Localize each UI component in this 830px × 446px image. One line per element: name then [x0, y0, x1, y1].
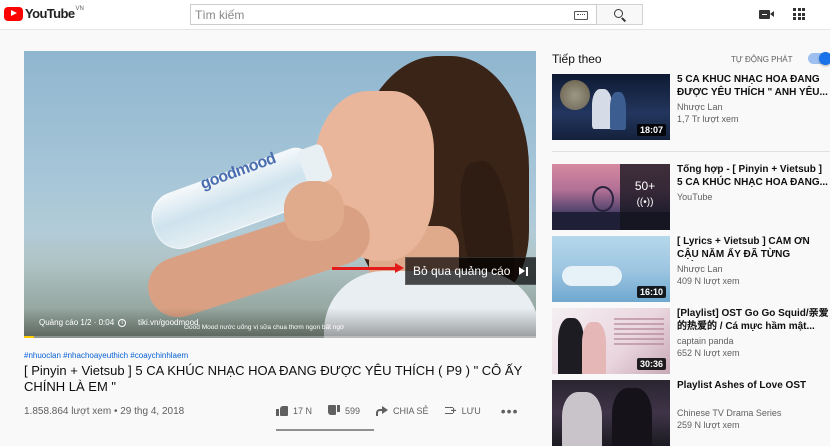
video-duration: 30:36 — [636, 358, 666, 370]
skip-ad-label: Bỏ qua quảng cáo — [413, 264, 511, 278]
view-count: 259 N lượt xem — [677, 420, 740, 430]
youtube-logo[interactable]: YouTube VN — [4, 6, 84, 21]
video-hashtags[interactable]: #nhuoclan #nhachoayeuthich #coaychinhlae… — [24, 351, 188, 360]
recommended-mix[interactable]: 50+ ((•)) Tổng hợp - [ Pinyin + Vietsub … — [552, 164, 830, 230]
thumbnail-moon — [560, 80, 590, 110]
thumbnail-cloud — [562, 266, 622, 286]
video-title[interactable]: Tổng hợp - [ Pinyin + Vietsub ] 5 CA KHÚ… — [677, 164, 830, 189]
thumbnail-figure — [592, 89, 612, 129]
thumbnail-person — [582, 322, 606, 374]
dislike-count: 599 — [345, 405, 361, 416]
skip-ad-button[interactable]: Bỏ qua quảng cáo — [405, 257, 536, 285]
youtube-play-icon — [4, 6, 23, 21]
like-button[interactable]: 17 N — [276, 405, 312, 416]
up-next-divider — [552, 151, 830, 152]
search-input[interactable] — [191, 7, 561, 22]
thumbnail-figure — [610, 92, 626, 130]
video-title[interactable]: Playlist Ashes of Love OST — [677, 380, 830, 393]
thumbnail-text-lines — [614, 318, 664, 348]
dislike-button[interactable]: 599 — [328, 405, 360, 416]
share-label: CHIA SẺ — [393, 405, 429, 416]
channel-name: Nhược Lan — [677, 264, 723, 274]
skip-next-icon — [519, 267, 528, 276]
channel-name: captain panda — [677, 336, 734, 346]
video-thumbnail[interactable] — [552, 380, 670, 446]
create-video-icon[interactable] — [759, 10, 774, 19]
apps-grid-icon[interactable] — [793, 8, 805, 20]
video-stats: 1.858.864 lượt xem • 29 thg 4, 2018 — [24, 406, 185, 417]
thumbnail-person — [562, 392, 602, 446]
video-thumbnail[interactable]: 16:10 — [552, 236, 670, 302]
ad-progress-bar — [24, 336, 35, 338]
channel-name: YouTube — [677, 192, 713, 202]
logo-country-code: VN — [75, 5, 84, 12]
video-title: [ Pinyin + Vietsub ] 5 CA KHÚC NHẠC HOA … — [24, 363, 523, 394]
video-title[interactable]: [Playlist] OST Go Go Squid/亲爱的热爱的 / Cá m… — [677, 308, 830, 333]
video-actions: 17 N 599 CHIA SẺ LƯU ••• — [276, 404, 519, 418]
ad-person-hand — [284, 181, 344, 241]
mix-overlay: 50+ ((•)) — [620, 164, 670, 230]
share-button[interactable]: CHIA SẺ — [376, 405, 429, 416]
video-duration: 18:07 — [636, 124, 666, 136]
video-thumbnail[interactable]: 30:36 — [552, 308, 670, 374]
channel-name: Nhược Lan — [677, 102, 723, 112]
like-dislike-ratio-bar — [276, 429, 374, 431]
search-icon — [614, 9, 623, 18]
channel-name: Chinese TV Drama Series — [677, 408, 782, 418]
masthead: YouTube VN — [0, 0, 830, 30]
save-button[interactable]: LƯU — [444, 405, 481, 416]
mix-radio-icon: ((•)) — [636, 197, 654, 208]
share-icon — [376, 405, 389, 416]
video-title[interactable]: 5 CA KHÚC NHẠC HOA ĐANG ĐƯỢC YÊU THÍCH "… — [677, 74, 830, 99]
like-count: 17 N — [293, 405, 313, 416]
logo-text: YouTube — [25, 6, 75, 21]
view-count: 409 N lượt xem — [677, 276, 740, 286]
more-options-icon[interactable]: ••• — [501, 404, 519, 418]
mix-count: 50+ — [634, 179, 656, 193]
view-count: 1,7 Tr lượt xem — [677, 114, 739, 124]
keyboard-icon[interactable] — [574, 11, 588, 20]
ad-slogan: Good Mood nước uống vị sữa chua thơm ngo… — [184, 324, 345, 331]
thumbnail-bicycle — [592, 186, 614, 212]
search-box[interactable] — [190, 4, 597, 25]
ad-counter: Quảng cáo 1/2 · 0:04 i — [39, 318, 127, 327]
thumbnail-person — [558, 318, 584, 374]
recommended-video[interactable]: Playlist Ashes of Love OST Chinese TV Dr… — [552, 380, 830, 446]
save-label: LƯU — [461, 405, 481, 416]
search-button[interactable] — [597, 4, 643, 25]
info-icon[interactable]: i — [118, 318, 127, 327]
video-duration: 16:10 — [636, 286, 666, 298]
thumb-up-icon — [276, 405, 288, 416]
autoplay-toggle[interactable] — [808, 52, 830, 65]
up-next-heading: Tiếp theo — [552, 52, 602, 66]
view-count: 652 N lượt xem — [677, 348, 740, 358]
video-thumbnail[interactable]: 18:07 — [552, 74, 670, 140]
ad-counter-text: Quảng cáo 1/2 · 0:04 — [39, 318, 115, 327]
thumb-down-icon — [328, 405, 341, 416]
red-arrow-annotation — [332, 263, 404, 273]
thumbnail-person — [612, 388, 652, 446]
mix-thumbnail[interactable]: 50+ ((•)) — [552, 164, 670, 230]
ad-progress-track[interactable] — [24, 336, 536, 338]
recommended-video[interactable]: 30:36 [Playlist] OST Go Go Squid/亲爱的热爱的 … — [552, 308, 830, 374]
autoplay-label: TỰ ĐỘNG PHÁT — [731, 55, 793, 64]
video-title[interactable]: [ Lyrics + Vietsub ] CẢM ƠN CẬU NĂM ẤY Đ… — [677, 236, 830, 261]
playlist-add-icon — [444, 406, 457, 416]
video-player[interactable]: goodmood Quảng cáo 1/2 · 0:04 i tiki.vn/… — [24, 51, 536, 338]
recommended-video[interactable]: 16:10 [ Lyrics + Vietsub ] CẢM ƠN CẬU NĂ… — [552, 236, 830, 302]
recommended-video[interactable]: 18:07 5 CA KHÚC NHẠC HOA ĐANG ĐƯỢC YÊU T… — [552, 74, 830, 140]
